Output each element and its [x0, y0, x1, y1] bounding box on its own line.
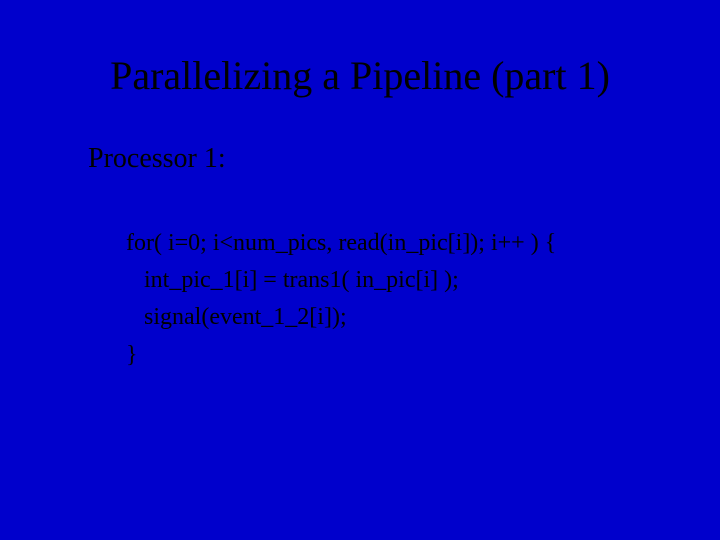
code-line-2: int_pic_1[i] = trans1( in_pic[i] ); [126, 267, 459, 293]
code-line-4: } [126, 342, 138, 368]
code-block: for( i=0; i<num_pics, read(in_pic[i]); i… [126, 225, 556, 374]
processor-subheading: Processor 1: [88, 143, 226, 175]
code-line-3: signal(event_1_2[i]); [126, 304, 347, 330]
code-line-1: for( i=0; i<num_pics, read(in_pic[i]); i… [126, 230, 556, 256]
slide-title: Parallelizing a Pipeline (part 1) [0, 52, 720, 99]
